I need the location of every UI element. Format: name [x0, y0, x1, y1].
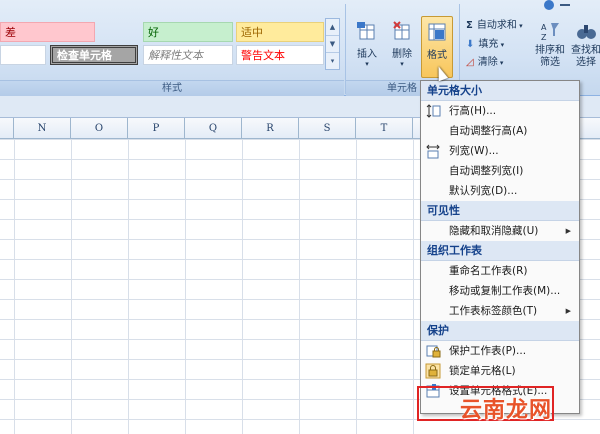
menu-item-label: 自动调整行高(A) [449, 125, 528, 137]
submenu-arrow-icon: ▶ [565, 227, 571, 235]
delete-icon [393, 21, 410, 40]
menu-item-column-width[interactable]: 列宽(W)... [421, 141, 579, 161]
grid-line [242, 139, 243, 434]
svg-text:A: A [541, 23, 547, 32]
grid-line [128, 139, 129, 434]
column-width-icon [426, 144, 440, 159]
cell-styles-gallery: 差 好 适中 检查单元格 解释性文本 警告文本 [0, 18, 340, 70]
column-header[interactable]: T [356, 118, 413, 139]
style-warning[interactable]: 警告文本 [236, 45, 324, 65]
submenu-arrow-icon: ▶ [565, 307, 571, 315]
sort-filter-button[interactable]: AZ 排序和 筛选 [532, 20, 568, 76]
find-select-button[interactable]: 查找和 选择 [568, 20, 600, 76]
autosum-button[interactable]: Σ 自动求和 ▾ [466, 18, 523, 34]
sigma-icon: Σ [466, 20, 473, 31]
menu-item-tab-color[interactable]: 工作表标签颜色(T) ▶ [421, 301, 579, 321]
menu-item-autofit-row[interactable]: 自动调整行高(A) [421, 121, 579, 141]
gallery-scroll[interactable]: ▲ ▼ ▾ [325, 18, 340, 70]
column-header[interactable]: N [14, 118, 71, 139]
grid-line [356, 139, 357, 434]
menu-section: 可见性 隐藏和取消隐藏(U) ▶ [421, 201, 579, 241]
style-blank-left[interactable] [0, 45, 46, 65]
grid-line [299, 139, 300, 434]
styles-group-label: 样式 [0, 80, 344, 96]
column-header[interactable]: Q [185, 118, 242, 139]
delete-dropdown-icon: ▾ [400, 60, 404, 68]
grid-line [14, 139, 15, 434]
insert-label: 插入 [357, 49, 377, 60]
protect-sheet-icon [426, 345, 441, 358]
gallery-more-icon[interactable]: ▾ [326, 53, 339, 70]
grid-line [185, 139, 186, 434]
clear-label: 清除 [477, 57, 498, 68]
menu-item-label: 工作表标签颜色(T) [449, 305, 538, 317]
menu-section-header: 组织工作表 [421, 241, 579, 261]
menu-item-lock-cell[interactable]: 锁定单元格(L) [421, 361, 579, 381]
watermark: 云南龙网 [460, 398, 553, 423]
minimize-icon[interactable] [560, 0, 570, 6]
style-good[interactable]: 好 [143, 22, 233, 42]
menu-item-label: 移动或复制工作表(M)... [449, 285, 561, 297]
clear-dropdown-icon: ▾ [497, 59, 504, 67]
menu-section-header: 保护 [421, 321, 579, 341]
eraser-icon: ◿ [466, 57, 474, 68]
sort-filter-label: 排序和 筛选 [535, 45, 565, 68]
help-icon[interactable] [544, 0, 554, 10]
style-explanatory[interactable]: 解释性文本 [143, 45, 233, 65]
menu-item-row-height[interactable]: 行高(H)... [421, 101, 579, 121]
column-header[interactable]: S [299, 118, 356, 139]
menu-item-move-copy-sheet[interactable]: 移动或复制工作表(M)... [421, 281, 579, 301]
menu-item-label: 行高(H)... [449, 105, 497, 117]
column-header[interactable]: O [71, 118, 128, 139]
fill-dropdown-icon: ▾ [498, 41, 505, 49]
fill-label: 填充 [478, 39, 499, 50]
lock-icon [425, 363, 441, 379]
style-bad[interactable]: 差 [0, 22, 95, 42]
insert-dropdown-icon: ▾ [365, 60, 369, 68]
menu-item-label: 列宽(W)... [449, 145, 499, 157]
menu-item-label: 保护工作表(P)... [449, 345, 527, 357]
menu-item-label: 重命名工作表(R) [449, 265, 528, 277]
delete-button[interactable]: 删除 ▾ [387, 20, 417, 74]
menu-section-header: 可见性 [421, 201, 579, 221]
menu-item-hide-unhide[interactable]: 隐藏和取消隐藏(U) ▶ [421, 221, 579, 241]
format-icon [428, 23, 446, 41]
grid-line [413, 139, 414, 434]
column-header[interactable]: P [128, 118, 185, 139]
binoculars-icon [577, 25, 596, 39]
style-neutral[interactable]: 适中 [236, 22, 324, 42]
find-select-label: 查找和 选择 [571, 45, 600, 68]
delete-label: 删除 [392, 49, 412, 60]
select-all-corner[interactable] [0, 118, 14, 139]
fill-icon: ⬇ [466, 39, 475, 50]
sort-filter-icon: AZ [541, 23, 559, 42]
gallery-down-icon[interactable]: ▼ [326, 36, 339, 53]
menu-section-header: 单元格大小 [421, 81, 579, 101]
menu-item-label: 自动调整列宽(I) [449, 165, 524, 177]
fill-button[interactable]: ⬇ 填充 ▾ [466, 37, 504, 53]
gallery-up-icon[interactable]: ▲ [326, 19, 339, 36]
row-height-icon [426, 104, 441, 118]
autosum-label: 自动求和 [476, 20, 517, 31]
autosum-dropdown-icon: ▾ [516, 22, 523, 30]
menu-item-autofit-column[interactable]: 自动调整列宽(I) [421, 161, 579, 181]
menu-item-default-width[interactable]: 默认列宽(D)... [421, 181, 579, 201]
insert-icon [357, 22, 375, 40]
menu-item-label: 默认列宽(D)... [449, 185, 518, 197]
insert-button[interactable]: 插入 ▾ [352, 20, 382, 74]
menu-section: 单元格大小 行高(H)... 自动调整行高(A) 列宽(W)... 自动调整列宽… [421, 81, 579, 201]
format-label: 格式 [427, 50, 447, 61]
menu-section: 组织工作表 重命名工作表(R) 移动或复制工作表(M)... 工作表标签颜色(T… [421, 241, 579, 321]
svg-text:Z: Z [541, 33, 547, 42]
style-check-cell[interactable]: 检查单元格 [50, 45, 138, 65]
menu-item-label: 锁定单元格(L) [449, 365, 516, 377]
clear-button[interactable]: ◿ 清除 ▾ [466, 55, 503, 71]
grid-line [71, 139, 72, 434]
format-dropdown-menu: 单元格大小 行高(H)... 自动调整行高(A) 列宽(W)... 自动调整列宽… [420, 80, 580, 414]
menu-item-protect-sheet[interactable]: 保护工作表(P)... [421, 341, 579, 361]
menu-item-rename-sheet[interactable]: 重命名工作表(R) [421, 261, 579, 281]
column-header[interactable]: R [242, 118, 299, 139]
menu-item-label: 隐藏和取消隐藏(U) [449, 225, 539, 237]
